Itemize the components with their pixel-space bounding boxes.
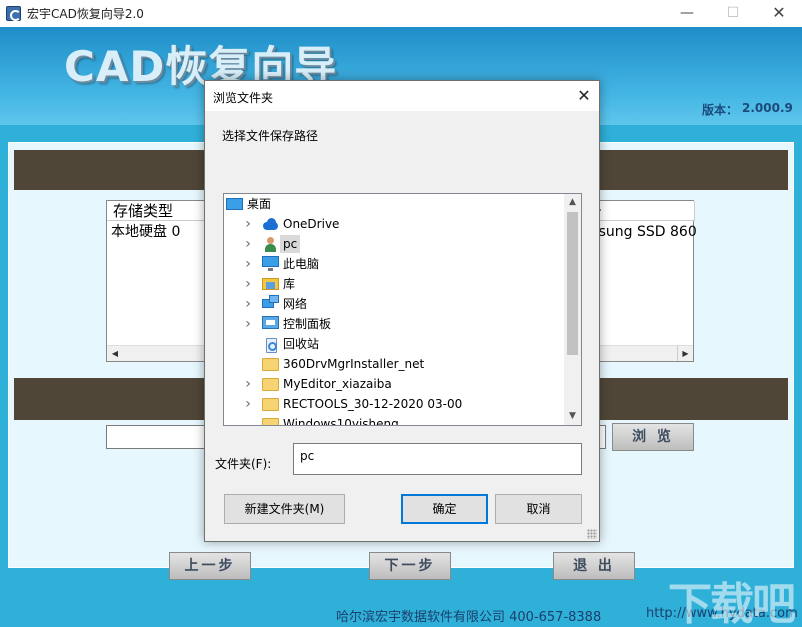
browse-folder-dialog: 浏览文件夹 ✕ 选择文件保存路径 桌面›OneDrive›pc›此电脑›库›网络… <box>204 80 600 542</box>
folder-icon <box>262 378 279 391</box>
tree-item-label[interactable]: 360DrvMgrInstaller_net <box>280 355 427 373</box>
footer-company-info: 哈尔滨宏宇数据软件有限公司 400-657-8388 <box>336 606 601 625</box>
expand-chevron-icon[interactable]: › <box>242 257 254 271</box>
title-bar: 宏宇CAD恢复向导2.0 — ☐ ✕ <box>0 0 802 27</box>
dialog-close-icon[interactable]: ✕ <box>571 83 597 109</box>
dialog-title: 浏览文件夹 <box>213 89 273 106</box>
exit-button[interactable]: 退 出 <box>553 552 635 580</box>
network-icon <box>262 299 274 308</box>
tree-item[interactable]: › 网络 <box>224 294 564 314</box>
dialog-title-bar: 浏览文件夹 ✕ <box>205 81 599 111</box>
folder-field-label: 文件夹(F): <box>215 455 271 472</box>
tree-item[interactable]: › MyEditor_xiazaiba <box>224 374 564 394</box>
close-button[interactable]: ✕ <box>756 0 802 27</box>
folder-icon <box>262 398 279 411</box>
tree-item[interactable]: › OneDrive <box>224 214 564 234</box>
tree-item[interactable]: › 此电脑 <box>224 254 564 274</box>
folder-name-input[interactable]: pc <box>293 443 582 475</box>
tree-item-label[interactable]: OneDrive <box>280 215 342 233</box>
column-header-model[interactable]: 号 <box>587 201 695 221</box>
tree-item[interactable]: › 控制面板 <box>224 314 564 334</box>
next-step-button[interactable]: 下一步 <box>369 552 451 580</box>
tree-item-label[interactable]: RECTOOLS_30-12-2020 03-00 <box>280 395 465 413</box>
version-value: 2.000.9 <box>742 101 793 115</box>
expand-chevron-icon[interactable]: › <box>242 297 254 311</box>
previous-step-button[interactable]: 上一步 <box>169 552 251 580</box>
control-panel-icon <box>262 316 279 329</box>
tree-item-label[interactable]: 此电脑 <box>280 255 322 273</box>
version-label: 版本： <box>702 101 738 118</box>
desktop-icon <box>226 198 243 210</box>
scroll-right-icon[interactable]: ▶ <box>677 346 693 361</box>
cancel-button[interactable]: 取消 <box>495 494 582 524</box>
scroll-up-icon[interactable]: ▲ <box>564 194 581 211</box>
onedrive-cloud-icon <box>262 216 279 232</box>
computer-icon <box>262 256 279 267</box>
tree-item[interactable]: 桌面 <box>224 194 564 214</box>
tree-item-label[interactable]: 网络 <box>280 295 310 313</box>
app-icon <box>6 6 21 21</box>
user-icon <box>262 236 279 252</box>
tree-item[interactable]: › pc <box>224 234 564 254</box>
library-icon <box>262 278 279 290</box>
folder-icon <box>262 358 279 371</box>
tree-item-label[interactable]: MyEditor_xiazaiba <box>280 375 395 393</box>
scroll-down-icon[interactable]: ▼ <box>564 408 581 425</box>
watermark-logo: 下载吧 <box>668 568 794 627</box>
maximize-button[interactable]: ☐ <box>710 0 756 27</box>
expand-chevron-icon[interactable]: › <box>242 237 254 251</box>
dialog-prompt: 选择文件保存路径 <box>222 127 318 144</box>
expand-chevron-icon[interactable]: › <box>242 377 254 391</box>
expand-chevron-icon[interactable]: › <box>242 397 254 411</box>
tree-item-label[interactable]: 库 <box>280 275 298 293</box>
tree-item[interactable]: Windows10yisheng <box>224 414 564 426</box>
browse-button[interactable]: 浏 览 <box>612 423 694 451</box>
storage-type-cell[interactable]: 本地硬盘 0 <box>111 223 180 241</box>
expand-chevron-icon[interactable]: › <box>242 217 254 231</box>
tree-item-label[interactable]: 桌面 <box>244 195 274 213</box>
ok-button[interactable]: 确定 <box>401 494 488 524</box>
folder-tree[interactable]: 桌面›OneDrive›pc›此电脑›库›网络›控制面板回收站360DrvMgr… <box>223 193 582 426</box>
column-header-storage-type[interactable]: 存储类型 <box>107 201 217 221</box>
scroll-thumb[interactable] <box>567 212 578 355</box>
tree-item-label[interactable]: 回收站 <box>280 335 322 353</box>
recycle-bin-icon <box>262 336 279 352</box>
tree-item-label[interactable]: pc <box>280 235 300 253</box>
tree-item[interactable]: 回收站 <box>224 334 564 354</box>
tree-item[interactable]: 360DrvMgrInstaller_net <box>224 354 564 374</box>
new-folder-button[interactable]: 新建文件夹(M) <box>224 494 345 524</box>
tree-item-label[interactable]: Windows10yisheng <box>280 415 402 426</box>
scroll-left-icon[interactable]: ◀ <box>107 346 123 361</box>
expand-chevron-icon[interactable]: › <box>242 277 254 291</box>
storage-model-cell[interactable]: msung SSD 860 <box>585 223 697 241</box>
tree-item[interactable]: › RECTOOLS_30-12-2020 03-00 <box>224 394 564 414</box>
vertical-scrollbar[interactable]: ▲ ▼ <box>564 194 581 425</box>
expand-chevron-icon[interactable]: › <box>242 317 254 331</box>
folder-icon <box>262 418 279 426</box>
tree-item[interactable]: ›库 <box>224 274 564 294</box>
minimize-button[interactable]: — <box>664 0 710 27</box>
resize-grip-icon[interactable] <box>587 529 597 539</box>
tree-item-label[interactable]: 控制面板 <box>280 315 334 333</box>
window-title: 宏宇CAD恢复向导2.0 <box>27 5 144 22</box>
